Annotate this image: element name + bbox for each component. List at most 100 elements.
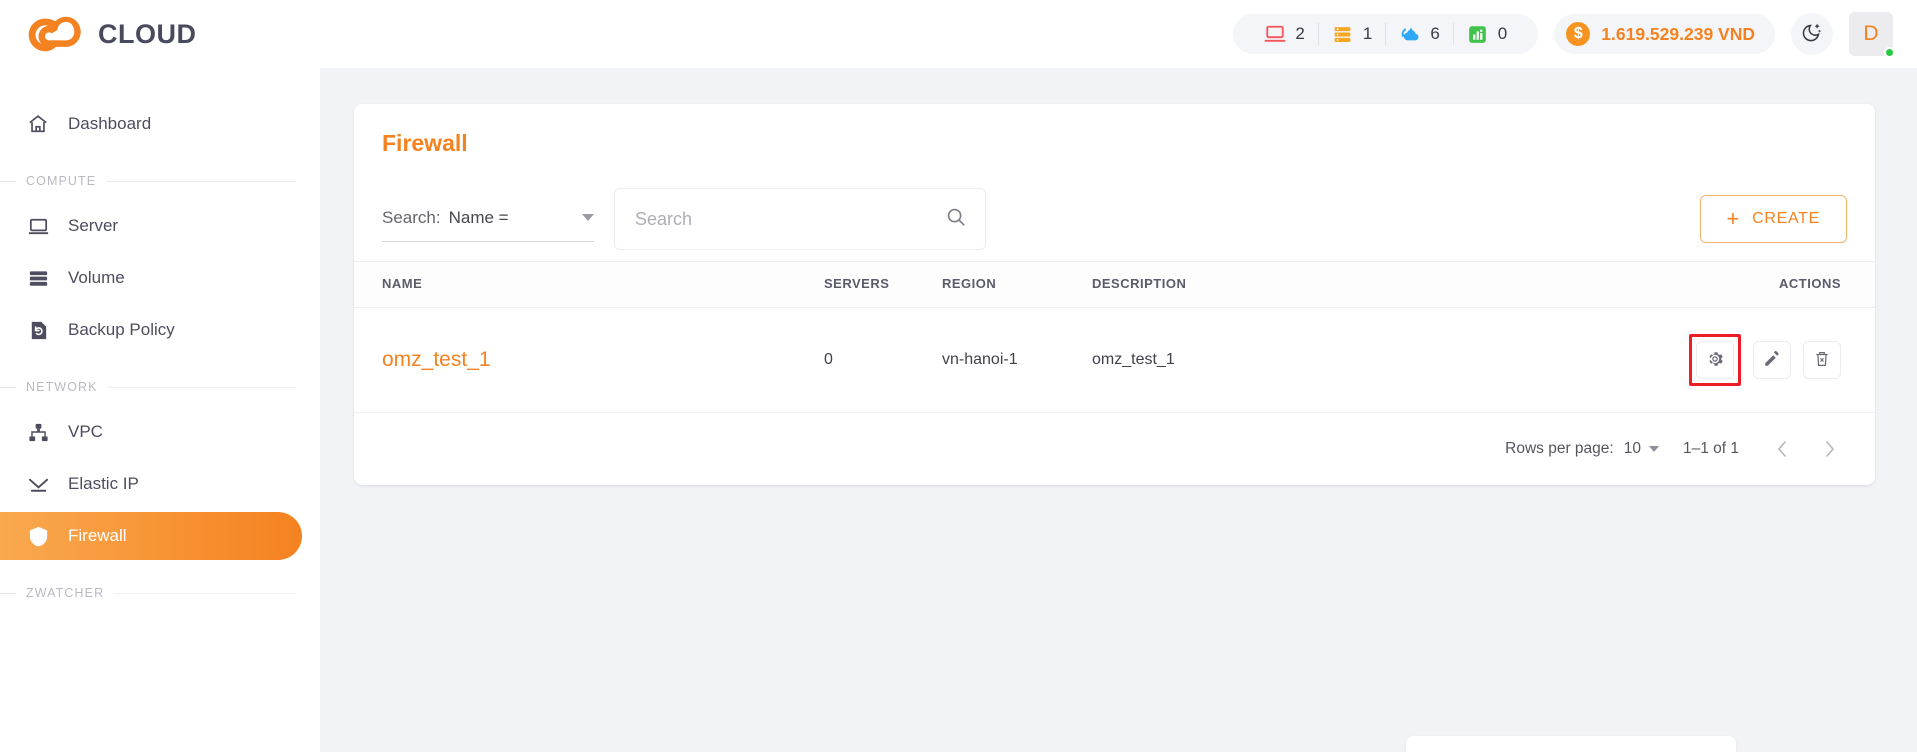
volume-stack-icon [1332, 23, 1354, 45]
cell-name: omz_test_1 [354, 307, 824, 413]
plus-icon: + [1726, 206, 1741, 231]
search-box[interactable] [614, 188, 986, 250]
chevron-down-icon [582, 214, 594, 221]
firewall-table: NAME SERVERS REGION DESCRIPTION ACTIONS … [354, 261, 1875, 413]
sidebar-item-label: Firewall [68, 526, 127, 545]
avatar-initial: D [1863, 22, 1879, 45]
brand[interactable]: CLOUD [0, 0, 320, 68]
sidebar-item-volume[interactable]: Volume [0, 254, 302, 302]
toolbar: Search: Name = Search + CREATE [354, 177, 1875, 261]
stat-value: 0 [1497, 24, 1508, 43]
sidebar-item-backup-policy[interactable]: Backup Policy [0, 306, 302, 354]
app-root: CLOUD Dashboard COMPUTE Server Volume Ba… [0, 0, 1917, 752]
brand-name: CLOUD [98, 18, 197, 49]
table-head: NAME SERVERS REGION DESCRIPTION ACTIONS [354, 261, 1875, 308]
sidebar-item-server[interactable]: Server [0, 202, 302, 250]
cloud-logo-icon [26, 12, 84, 56]
sidebar-item-vpc[interactable]: VPC [0, 408, 302, 456]
rows-per-page-label: Rows per page: [1505, 440, 1614, 457]
sidebar-item-firewall[interactable]: Firewall [0, 512, 302, 560]
section-dash-right [107, 386, 296, 388]
theme-toggle-button[interactable] [1791, 13, 1833, 55]
main-area: 2 1 6 0 $ 1.619.529.239 VND D Firewall S… [320, 0, 1917, 752]
cloud-sync-icon [1399, 23, 1421, 45]
section-dash-right [106, 180, 296, 182]
backup-restore-icon [26, 318, 50, 342]
column-header-description: DESCRIPTION [1092, 261, 1625, 308]
resource-stats-pill: 2 1 6 0 [1233, 14, 1539, 54]
sidebar-item-label: VPC [68, 422, 103, 441]
firewall-card: Firewall Search: Name = Search + CREATE … [354, 104, 1875, 485]
sidebar-section-compute: COMPUTE [0, 152, 320, 198]
section-dash-right [114, 592, 296, 594]
sidebar-item-label: Server [68, 216, 119, 235]
firewall-name-link[interactable]: omz_test_1 [382, 348, 491, 371]
sidebar-section-label: COMPUTE [26, 174, 97, 188]
bottom-panel-peek [1406, 736, 1736, 752]
sidebar-item-elastic-ip[interactable]: Elastic IP [0, 460, 302, 508]
sidebar-section-network: NETWORK [0, 358, 320, 404]
network-hierarchy-icon [26, 420, 50, 444]
stat-volumes[interactable]: 1 [1317, 23, 1385, 45]
cell-servers: 0 [824, 307, 942, 413]
server-monitor-icon [1264, 23, 1286, 45]
search-label: Search: [382, 207, 441, 227]
search-field-select[interactable]: Search: Name = [382, 196, 594, 242]
stat-cloud-sync[interactable]: 6 [1385, 23, 1452, 45]
sidebar-section-label: NETWORK [26, 380, 98, 394]
sidebar-item-label: Volume [68, 268, 125, 287]
magnifier-icon[interactable] [945, 206, 967, 233]
balance-pill[interactable]: $ 1.619.529.239 VND [1554, 14, 1775, 54]
elastic-ip-icon [26, 472, 50, 496]
sidebar-item-label: Dashboard [68, 114, 152, 133]
sidebar-item-dashboard[interactable]: Dashboard [0, 100, 302, 148]
previous-page-button[interactable] [1771, 438, 1793, 460]
sidebar: CLOUD Dashboard COMPUTE Server Volume Ba… [0, 0, 320, 752]
column-header-region: REGION [942, 261, 1092, 308]
shield-icon [26, 524, 50, 548]
create-button-label: CREATE [1752, 210, 1820, 227]
rows-per-page-select[interactable]: 10 [1624, 440, 1659, 458]
stat-value: 1 [1362, 24, 1373, 43]
cell-description: omz_test_1 [1092, 307, 1625, 413]
edit-button[interactable] [1753, 341, 1791, 379]
cell-actions [1625, 307, 1875, 413]
pagination-range: 1–1 of 1 [1682, 440, 1739, 457]
settings-button[interactable] [1696, 341, 1734, 379]
gear-icon [1706, 350, 1724, 371]
volume-icon [26, 266, 50, 290]
moon-icon [1801, 21, 1823, 48]
row-actions [1689, 334, 1841, 386]
sidebar-section-zwatcher: ZWATCHER [0, 564, 320, 610]
stat-monitor[interactable]: 0 [1452, 23, 1520, 45]
section-dash-left [0, 592, 16, 594]
chart-bar-icon [1467, 23, 1489, 45]
stat-servers[interactable]: 2 [1251, 23, 1317, 45]
sidebar-nav: Dashboard COMPUTE Server Volume Backup P… [0, 68, 320, 610]
topbar: 2 1 6 0 $ 1.619.529.239 VND D [320, 0, 1917, 68]
rows-per-page: Rows per page: 10 [1505, 440, 1659, 458]
delete-button[interactable] [1803, 341, 1841, 379]
cell-region: vn-hanoi-1 [942, 307, 1092, 413]
laptop-icon [26, 214, 50, 238]
balance-amount: 1.619.529.239 VND [1601, 23, 1755, 44]
search-input[interactable] [635, 208, 945, 230]
next-page-button[interactable] [1819, 438, 1841, 460]
pencil-icon [1763, 350, 1781, 371]
sidebar-item-label: Backup Policy [68, 320, 175, 339]
table-row: omz_test_1 0 vn-hanoi-1 omz_test_1 [354, 307, 1875, 413]
section-dash-left [0, 180, 16, 182]
trash-icon [1813, 350, 1831, 371]
search-field-value: Name = [448, 207, 509, 227]
stat-value: 6 [1430, 24, 1440, 43]
home-icon [26, 112, 50, 136]
create-button[interactable]: + CREATE [1699, 195, 1847, 243]
avatar-status-dot [1884, 47, 1895, 58]
rows-per-page-value: 10 [1623, 440, 1641, 457]
pagination: Rows per page: 10 1–1 of 1 [354, 413, 1875, 485]
highlight-annotation [1689, 334, 1741, 386]
section-dash-left [0, 386, 16, 388]
sidebar-item-label: Elastic IP [68, 474, 139, 493]
sidebar-section-label: ZWATCHER [26, 586, 105, 600]
avatar[interactable]: D [1849, 12, 1895, 58]
